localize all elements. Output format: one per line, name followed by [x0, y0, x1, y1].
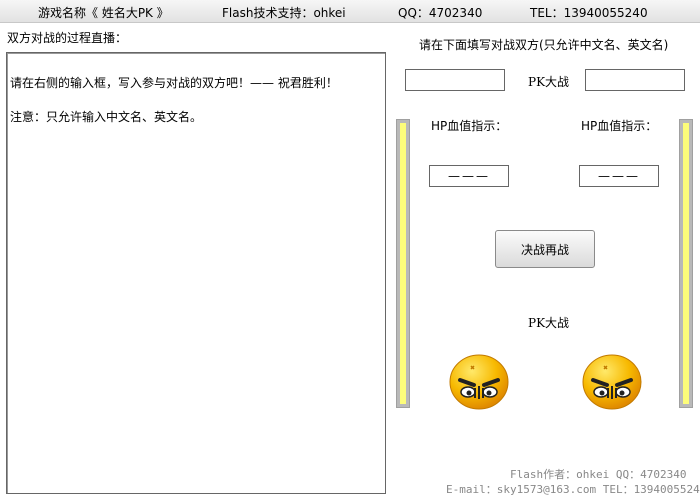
flash-support: Flash技术支持：ohkei [222, 6, 346, 20]
log-line: 注意：只允许输入中文名、英文名。 [10, 110, 203, 124]
angry-face-icon [449, 354, 509, 410]
angry-face-icon [582, 354, 642, 410]
left-hp-label: HP血值指示： [431, 119, 508, 133]
fight-button[interactable]: 决战再战 [495, 230, 595, 268]
left-hp-fill [400, 123, 406, 404]
left-hp-bar [396, 119, 410, 408]
header-bar: 游戏名称《 姓名大PK 》 Flash技术支持：ohkei QQ：4702340… [0, 0, 700, 23]
right-hp-bar [679, 119, 693, 408]
instruction-text: 请在下面填写对战双方(只允许中文名、英文名) [419, 38, 669, 52]
right-hp-value: ——— [579, 165, 659, 187]
left-name-input[interactable] [405, 69, 505, 91]
contact-credit: E-mail：sky1573@163.com TEL：13940055240 [446, 483, 700, 496]
tel-contact: TEL：13940055240 [530, 6, 648, 20]
left-hp-value: ——— [429, 165, 509, 187]
game-name: 游戏名称《 姓名大PK 》 [38, 6, 169, 20]
right-name-input[interactable] [585, 69, 685, 91]
qq-contact: QQ：4702340 [398, 6, 483, 20]
pk-label-top: PK大战 [528, 75, 570, 89]
right-hp-fill [683, 123, 689, 404]
pk-label-bottom: PK大战 [528, 316, 570, 330]
log-line: 请在右侧的输入框，写入参与对战的双方吧！—— 祝君胜利！ [10, 76, 338, 90]
author-credit: Flash作者：ohkei QQ：4702340 [510, 468, 687, 481]
log-title: 双方对战的过程直播： [7, 31, 128, 45]
right-hp-label: HP血值指示： [581, 119, 658, 133]
battle-log-box[interactable]: 请在右侧的输入框，写入参与对战的双方吧！—— 祝君胜利！ 注意：只允许输入中文名… [6, 52, 386, 494]
